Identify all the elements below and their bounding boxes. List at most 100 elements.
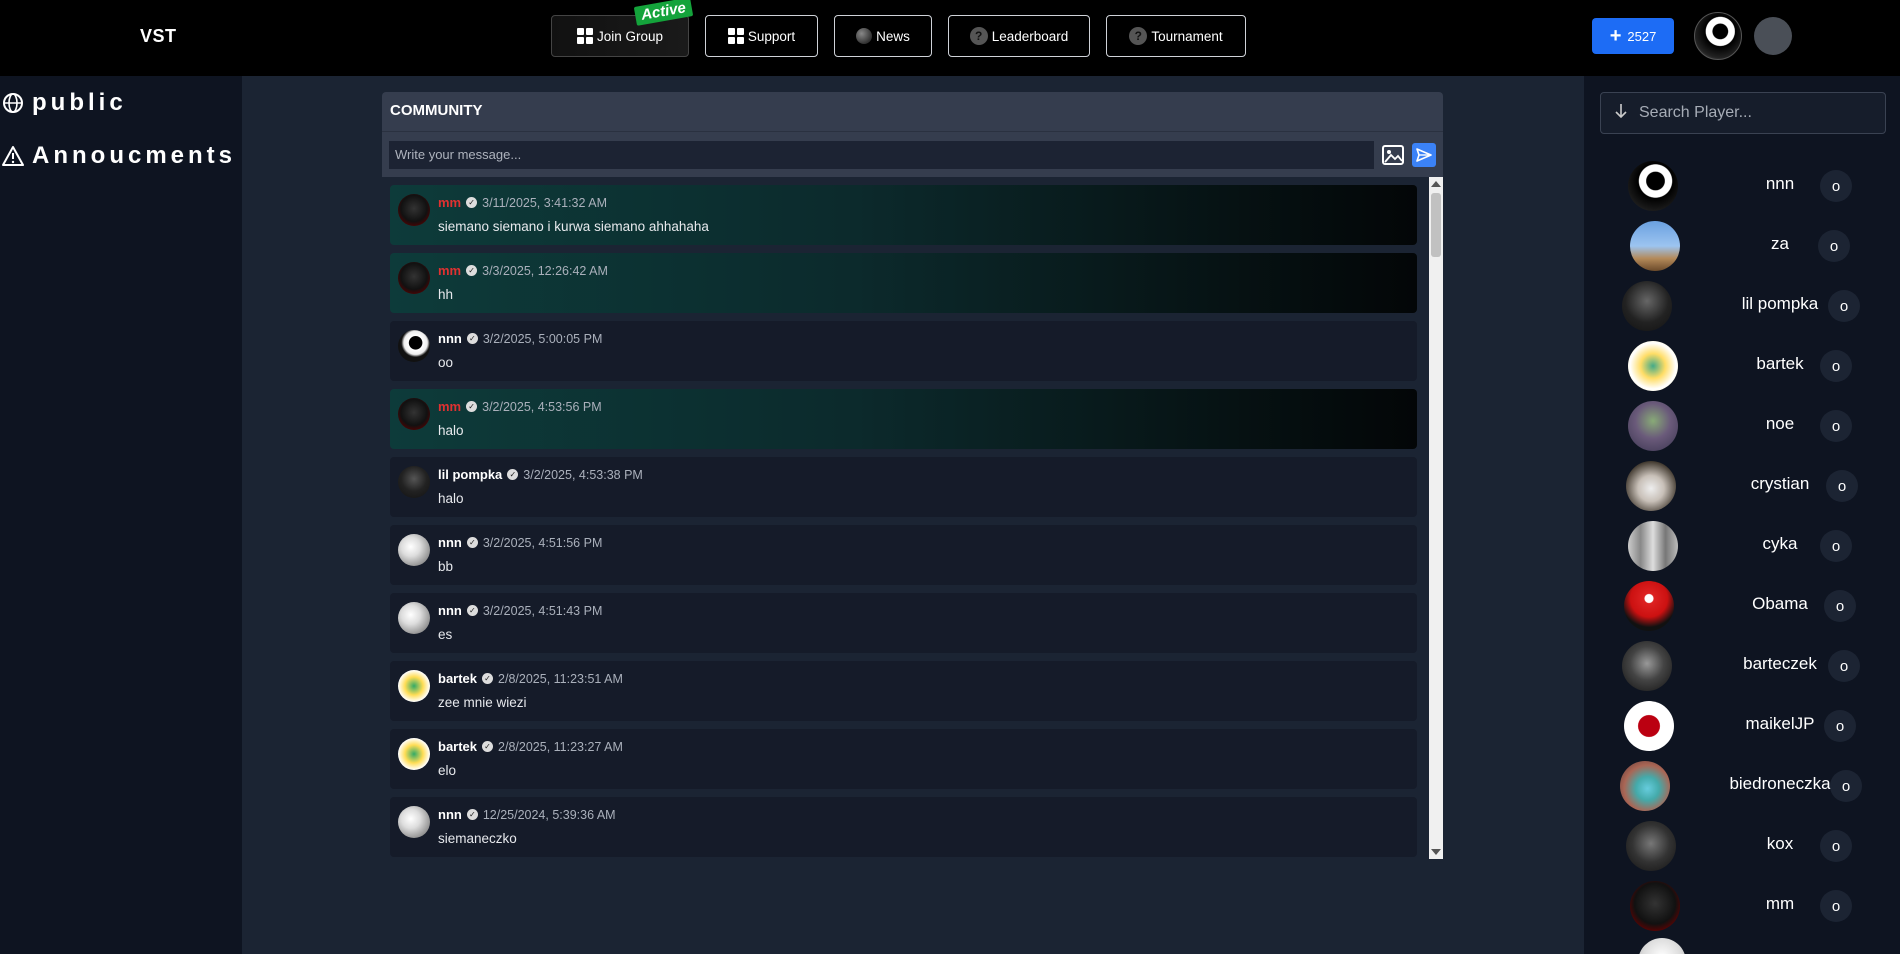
chat-message: nnn ✓ 3/2/2025, 4:51:43 PM es — [390, 593, 1417, 653]
player-action-button[interactable]: o — [1820, 170, 1852, 202]
join-group-button[interactable]: Join Group Active — [551, 0, 694, 57]
player-action-button[interactable]: o — [1826, 470, 1858, 502]
scrollbar-thumb[interactable] — [1431, 193, 1441, 257]
message-timestamp: 3/2/2025, 4:51:56 PM — [482, 535, 603, 550]
message-text: es — [438, 627, 453, 642]
avatar[interactable] — [398, 330, 430, 362]
player-row[interactable]: lil pompka o — [1584, 276, 1900, 332]
player-row[interactable]: biedroneczka o — [1584, 756, 1900, 812]
message-username[interactable]: mm — [438, 195, 461, 210]
avatar[interactable] — [398, 534, 430, 566]
search-input[interactable] — [1639, 104, 1859, 122]
user-avatar[interactable] — [1694, 12, 1742, 60]
player-avatar[interactable] — [1638, 938, 1686, 954]
message-text: oo — [438, 355, 454, 370]
player-search[interactable] — [1600, 92, 1886, 134]
player-action-button[interactable]: o — [1820, 410, 1852, 442]
verified-icon: ✓ — [466, 537, 478, 548]
avatar[interactable] — [398, 670, 430, 702]
player-action-button[interactable]: o — [1824, 590, 1856, 622]
message-timestamp: 2/8/2025, 11:23:51 AM — [498, 671, 623, 686]
message-text: siemano siemano i kurwa siemano ahhahaha — [438, 219, 709, 234]
chat-message: bartek ✓ 2/8/2025, 11:23:27 AM elo — [390, 729, 1417, 789]
player-row[interactable]: noe o — [1584, 396, 1900, 452]
channel-announcements[interactable]: Annoucments — [2, 142, 236, 170]
channel-label: public — [32, 89, 127, 116]
message-text: elo — [438, 763, 457, 778]
news-button[interactable]: News — [834, 15, 932, 57]
player-row[interactable]: Obama o — [1584, 576, 1900, 632]
player-name: kox — [1766, 834, 1794, 853]
logo[interactable]: VST — [140, 26, 177, 47]
channel-sidebar: public Annoucments — [0, 76, 242, 954]
player-row[interactable]: cyka o — [1584, 516, 1900, 572]
channel-label: Annoucments — [32, 142, 237, 169]
avatar[interactable] — [398, 738, 430, 770]
player-name: nnn — [1765, 174, 1795, 193]
channel-public[interactable]: public — [2, 89, 127, 117]
player-row[interactable]: za o — [1584, 216, 1900, 272]
player-action-button[interactable]: o — [1820, 830, 1852, 862]
message-username[interactable]: nnn — [438, 535, 462, 550]
player-action-button[interactable]: o — [1824, 710, 1856, 742]
leaderboard-button[interactable]: ? Leaderboard — [948, 15, 1090, 57]
player-action-button[interactable]: o — [1828, 290, 1860, 322]
message-meta: bartek ✓ 2/8/2025, 11:23:51 AM — [438, 671, 623, 686]
tournament-button[interactable]: ? Tournament — [1106, 15, 1246, 57]
avatar[interactable] — [398, 466, 430, 498]
player-action-button[interactable]: o — [1820, 350, 1852, 382]
player-row[interactable]: maikelJP o — [1584, 696, 1900, 752]
player-row[interactable]: crystian o — [1584, 456, 1900, 512]
chat-message: bartek ✓ 2/8/2025, 11:23:51 AM zee mnie wie… — [390, 661, 1417, 721]
avatar[interactable] — [398, 602, 430, 634]
message-text: zee mnie wiezi — [438, 695, 527, 710]
message-username[interactable]: bartek — [438, 671, 477, 686]
support-button[interactable]: Support — [705, 15, 818, 57]
message-username[interactable]: nnn — [438, 807, 462, 822]
scrollbar[interactable] — [1429, 177, 1443, 859]
message-timestamp: 3/2/2025, 4:53:56 PM — [482, 399, 602, 414]
player-row[interactable]: barteczek o — [1584, 636, 1900, 692]
chat-message: nnn ✓ 12/25/2024, 5:39:36 AM siemaneczko — [390, 797, 1417, 857]
avatar[interactable] — [398, 398, 430, 430]
scroll-up-icon[interactable] — [1431, 181, 1441, 187]
message-text: hh — [438, 287, 454, 302]
player-row[interactable]: nnn o — [1584, 156, 1900, 212]
message-username[interactable]: nnn — [438, 331, 462, 346]
profile-menu-button[interactable] — [1754, 17, 1792, 55]
message-list-content: mm ✓ 3/11/2025, 3:41:32 AM siemano siemano … — [382, 177, 1429, 859]
player-action-button[interactable]: o — [1818, 230, 1850, 262]
player-row[interactable]: kox o — [1584, 816, 1900, 872]
player-action-button[interactable]: o — [1828, 650, 1860, 682]
send-icon[interactable] — [1412, 142, 1436, 167]
avatar[interactable] — [398, 194, 430, 226]
scroll-down-icon[interactable] — [1431, 849, 1441, 855]
verified-icon: ✓ — [466, 197, 478, 208]
avatar[interactable] — [398, 806, 430, 838]
avatar[interactable] — [398, 262, 430, 294]
message-list[interactable]: mm ✓ 3/11/2025, 3:41:32 AM siemano siemano … — [382, 177, 1443, 859]
message-input[interactable] — [389, 140, 1374, 169]
chat-message: lil pompka ✓ 3/2/2025, 4:53:38 PM halo — [390, 457, 1417, 517]
verified-icon: ✓ — [466, 265, 478, 276]
image-upload-icon[interactable] — [1380, 143, 1406, 167]
player-name: cyka — [1762, 534, 1798, 553]
verified-icon: ✓ — [466, 809, 478, 820]
player-action-button[interactable]: o — [1820, 890, 1852, 922]
sort-down-icon[interactable] — [1615, 103, 1627, 124]
player-row[interactable]: mm o — [1584, 876, 1900, 932]
plus-icon: + — [1609, 25, 1622, 47]
player-action-button[interactable]: o — [1830, 770, 1862, 802]
player-action-button[interactable]: o — [1820, 530, 1852, 562]
message-username[interactable]: nnn — [438, 603, 462, 618]
message-username[interactable]: mm — [438, 263, 461, 278]
verified-icon: ✓ — [466, 333, 478, 344]
message-username[interactable]: bartek — [438, 739, 477, 754]
player-row[interactable]: bartek o — [1584, 336, 1900, 392]
message-username[interactable]: lil pompka — [438, 467, 502, 482]
coin-balance: 2527 — [1627, 28, 1657, 44]
message-timestamp: 3/2/2025, 5:00:05 PM — [482, 331, 603, 346]
add-coins-button[interactable]: + 2527 — [1592, 18, 1674, 54]
message-username[interactable]: mm — [438, 399, 461, 414]
message-meta: nnn ✓ 3/2/2025, 4:51:56 PM — [438, 535, 602, 550]
